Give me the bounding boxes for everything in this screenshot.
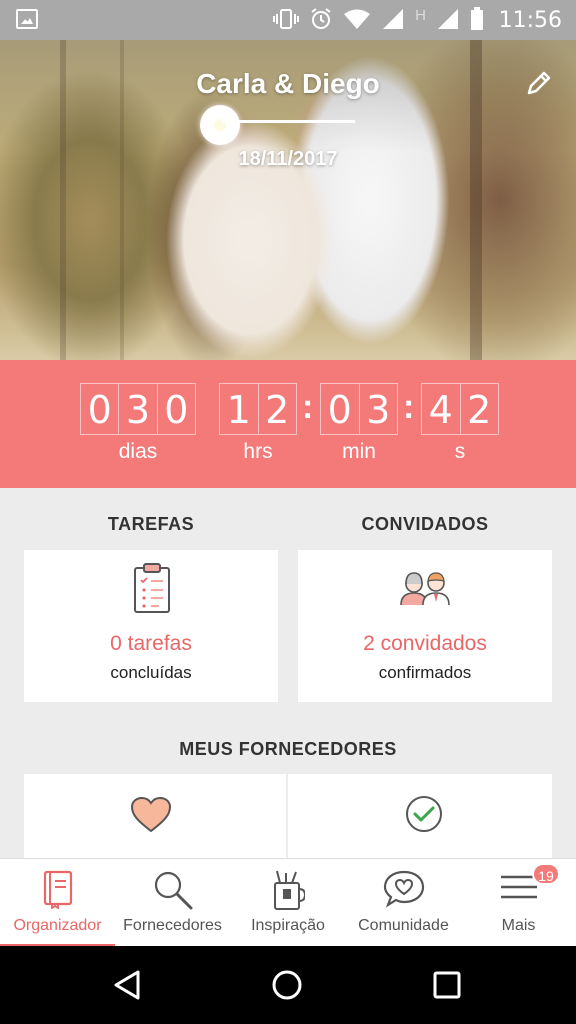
guests-card[interactable]: 2 convidados confirmados (298, 550, 552, 702)
image-notification-icon (16, 9, 38, 29)
guests-status: confirmados (378, 663, 472, 682)
couple-name: Carla & Diego (196, 68, 380, 99)
nav-label: Comunidade (358, 917, 449, 934)
minutes-box: 0 3 (320, 383, 398, 435)
nav-comunidade[interactable]: Comunidade (346, 859, 461, 947)
screen: H 11:56 Carla & Diego 18/11/2017 0 3 0 1… (0, 0, 576, 1024)
colon-separator: : (302, 388, 314, 426)
minutes-label: min (342, 440, 376, 463)
tasks-status: concluídas (110, 663, 192, 682)
countdown: 0 3 0 1 2 : 0 3 : 4 2 dias hrs min s (0, 360, 576, 488)
nav-organizador[interactable]: Organizador (0, 859, 115, 947)
days-digit: 3 (119, 384, 158, 434)
minutes-digit: 0 (321, 384, 360, 434)
nav-label: Inspiração (251, 917, 325, 934)
hours-box: 1 2 (219, 383, 297, 435)
system-navigation-bar (0, 946, 576, 1024)
tasks-card[interactable]: 0 tarefas concluídas (24, 550, 278, 702)
back-icon[interactable] (112, 969, 144, 1001)
wifi-icon (344, 9, 371, 29)
battery-icon (471, 7, 483, 30)
colon-separator: : (403, 388, 415, 426)
seconds-digit: 2 (467, 388, 492, 432)
network-type-text: H (415, 6, 426, 24)
hair-flower (200, 105, 240, 145)
hours-label: hrs (243, 440, 273, 463)
days-label: dias (118, 440, 158, 463)
vibrate-icon (273, 9, 300, 29)
inspiration-icon (274, 870, 305, 910)
home-icon[interactable] (271, 969, 303, 1001)
nav-label: Fornecedores (123, 917, 222, 934)
bottom-navigation: Organizador Fornecedores Inspiração Comu… (0, 858, 576, 947)
guests-count: 2 convidados (363, 632, 487, 655)
minutes-digit: 3 (366, 388, 391, 432)
nav-label: Mais (501, 917, 536, 934)
guests-icon (400, 572, 450, 606)
nav-label: Organizador (13, 917, 102, 934)
nav-inspiracao[interactable]: Inspiração (230, 859, 346, 947)
pencil-icon[interactable] (524, 68, 554, 98)
clipboard-icon (134, 563, 170, 613)
clock: 11:56 (498, 8, 562, 33)
seconds-box: 4 2 (421, 383, 499, 435)
hours-digit: 1 (220, 384, 259, 434)
wedding-date: 18/11/2017 (238, 148, 338, 170)
seconds-label: s (454, 440, 466, 463)
hours-digit: 2 (265, 388, 290, 432)
tasks-count: 0 tarefas (110, 632, 192, 655)
notebook-icon (43, 870, 72, 909)
seconds-digit: 4 (422, 384, 461, 434)
status-icons: H (273, 7, 484, 31)
name-underline (221, 120, 355, 123)
heart-icon (130, 796, 172, 833)
tasks-title: TAREFAS (107, 514, 195, 534)
guests-title: CONVIDADOS (361, 514, 489, 534)
chat-heart-icon (383, 870, 424, 908)
signal-icon-2 (438, 9, 458, 29)
cover-photo: Carla & Diego 18/11/2017 (0, 40, 576, 360)
days-digit: 0 (81, 384, 120, 434)
notification-badge: 19 (532, 863, 560, 885)
signal-icon (383, 9, 404, 29)
vendors-title: MEUS FORNECEDORES (179, 739, 397, 759)
nav-fornecedores[interactable]: Fornecedores (115, 859, 230, 947)
status-bar: H 11:56 (0, 0, 576, 40)
recent-apps-icon[interactable] (432, 970, 462, 1000)
days-digit: 0 (164, 388, 189, 432)
alarm-icon (311, 8, 331, 29)
search-icon (154, 871, 192, 910)
favorite-vendors-card[interactable] (24, 774, 286, 864)
hired-vendors-card[interactable] (288, 774, 552, 864)
check-circle-icon (406, 796, 442, 832)
days-box: 0 3 0 (80, 383, 196, 435)
